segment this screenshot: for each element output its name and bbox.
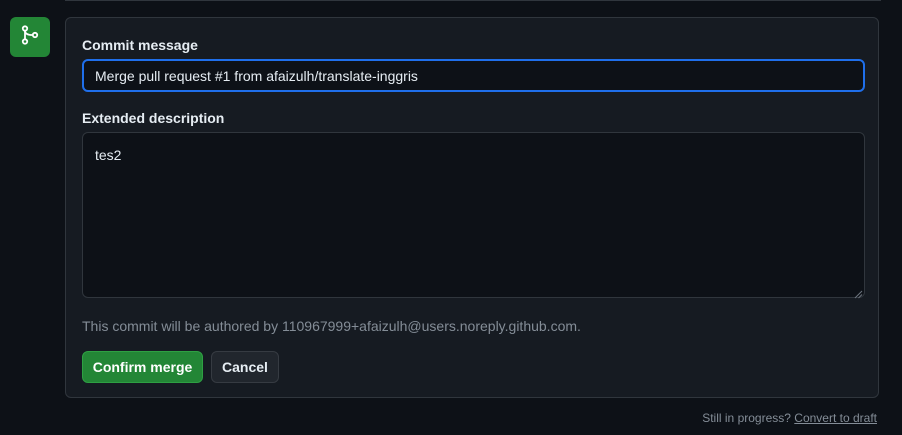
git-merge-icon xyxy=(19,24,41,51)
merge-badge xyxy=(10,17,50,57)
convert-to-draft-link[interactable]: Convert to draft xyxy=(794,411,877,425)
resize-handle-icon[interactable] xyxy=(854,286,863,299)
timeline-divider xyxy=(65,0,881,1)
confirm-merge-button[interactable]: Confirm merge xyxy=(82,351,203,383)
cancel-button[interactable]: Cancel xyxy=(211,351,279,383)
commit-message-input[interactable] xyxy=(82,59,865,92)
extended-description-textarea[interactable]: tes2 xyxy=(82,132,865,298)
merge-commit-panel: Commit message Extended description tes2… xyxy=(65,17,879,398)
extended-description-label: Extended description xyxy=(82,110,225,126)
commit-message-label: Commit message xyxy=(82,37,198,53)
draft-prompt-text: Still in progress? xyxy=(702,411,791,425)
commit-author-note: This commit will be authored by 11096799… xyxy=(82,318,581,334)
draft-prompt: Still in progress? Convert to draft xyxy=(702,411,877,425)
